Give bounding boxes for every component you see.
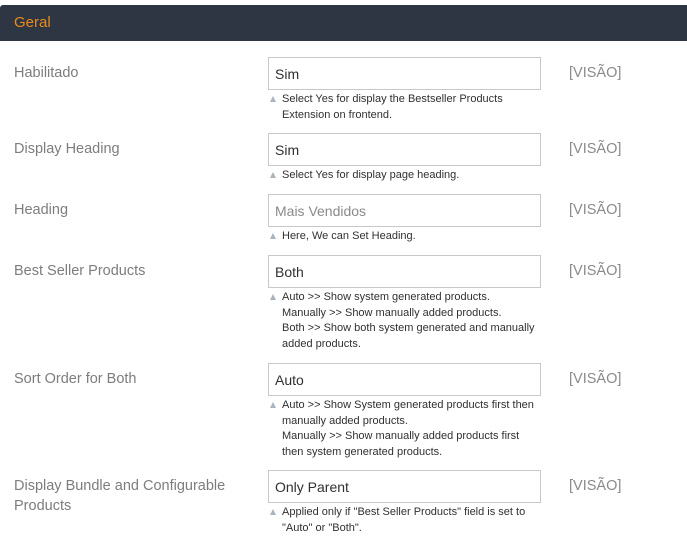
triangle-up-icon xyxy=(270,172,276,178)
section-title: Geral xyxy=(14,14,51,31)
triangle-up-icon xyxy=(270,402,276,408)
triangle-up-icon xyxy=(270,96,276,102)
select-sort-order-for-both[interactable]: Auto xyxy=(268,363,541,396)
note-line: Here, We can Set Heading. xyxy=(282,230,416,242)
top-rule xyxy=(0,0,687,4)
note-line: manually added products. xyxy=(282,414,408,427)
note-habilitado: Select Yes for display the Bestseller Pr… xyxy=(270,92,542,123)
triangle-up-icon xyxy=(270,233,276,239)
scope-habilitado: [VISÃO] xyxy=(569,65,622,81)
note-line: Select Yes for display the Bestseller Pr… xyxy=(282,93,503,105)
note-line: Select Yes for display page heading. xyxy=(282,169,460,181)
scope-best-seller-products: [VISÃO] xyxy=(569,263,622,279)
section-header-geral[interactable]: Geral xyxy=(0,5,687,41)
note-display-bundle-configurable: Applied only if "Best Seller Products" f… xyxy=(270,505,542,536)
select-display-bundle-configurable-value: Only Parent xyxy=(275,479,349,495)
triangle-up-icon xyxy=(270,294,276,300)
note-line: Auto >> Show system generated products. xyxy=(282,291,490,303)
select-best-seller-products-value: Both xyxy=(275,264,304,280)
note-sort-order-for-both: Auto >> Show System generated products f… xyxy=(270,398,542,460)
select-sort-order-for-both-value: Auto xyxy=(275,372,304,388)
note-heading: Here, We can Set Heading. xyxy=(270,229,542,245)
input-heading-value: Mais Vendidos xyxy=(275,203,367,219)
note-line: Extension on frontend. xyxy=(282,108,393,121)
label-line: Products xyxy=(14,498,72,514)
select-habilitado[interactable]: Sim xyxy=(268,57,541,90)
note-line: then system generated products. xyxy=(282,445,443,458)
scope-sort-order-for-both: [VISÃO] xyxy=(569,371,622,387)
note-best-seller-products: Auto >> Show system generated products. … xyxy=(270,290,542,352)
label-display-bundle-configurable: Display Bundle and Configurable Products xyxy=(14,476,244,516)
scope-heading: [VISÃO] xyxy=(569,202,622,218)
scope-display-bundle-configurable: [VISÃO] xyxy=(569,478,622,494)
label-heading: Heading xyxy=(14,202,69,218)
select-best-seller-products[interactable]: Both xyxy=(268,255,541,288)
input-heading[interactable]: Mais Vendidos xyxy=(268,194,541,227)
triangle-up-icon xyxy=(270,509,276,515)
scope-display-heading: [VISÃO] xyxy=(569,141,622,157)
note-line: Auto >> Show System generated products f… xyxy=(282,399,534,411)
select-display-heading[interactable]: Sim xyxy=(268,133,541,166)
note-line: "Auto" or "Both". xyxy=(282,521,362,534)
note-line: added products. xyxy=(282,337,361,350)
select-display-heading-value: Sim xyxy=(275,142,300,158)
note-display-heading: Select Yes for display page heading. xyxy=(270,168,542,184)
note-line: Manually >> Show manually added products… xyxy=(282,306,502,319)
note-line: Applied only if "Best Seller Products" f… xyxy=(282,506,526,518)
note-line: Manually >> Show manually added products… xyxy=(282,430,520,442)
select-display-bundle-configurable[interactable]: Only Parent xyxy=(268,470,541,503)
note-line: Both >> Show both system generated and m… xyxy=(282,322,535,334)
label-habilitado: Habilitado xyxy=(14,65,79,81)
label-sort-order-for-both: Sort Order for Both xyxy=(14,371,137,387)
label-display-heading: Display Heading xyxy=(14,141,120,157)
label-best-seller-products: Best Seller Products xyxy=(14,263,146,279)
select-habilitado-value: Sim xyxy=(275,66,300,82)
label-line: Display Bundle and Configurable xyxy=(14,478,226,494)
